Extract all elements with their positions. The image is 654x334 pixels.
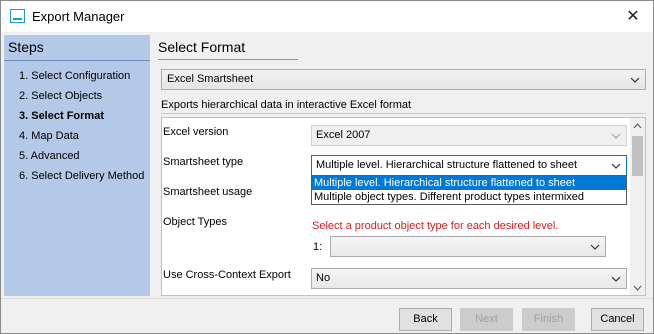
description-divider — [161, 113, 646, 114]
level-number-label: 1: — [313, 241, 323, 253]
finish-button[interactable]: Finish — [522, 308, 575, 331]
app-window-icon — [10, 9, 25, 23]
page-title: Select Format — [158, 39, 246, 55]
format-select[interactable]: Excel Smartsheet — [161, 69, 646, 90]
next-button[interactable]: Next — [460, 308, 513, 331]
chevron-down-icon — [609, 129, 623, 143]
format-description: Exports hierarchical data in interactive… — [161, 99, 412, 111]
sidebar-title: Steps — [8, 39, 44, 55]
chevron-down-icon — [588, 240, 602, 254]
cross-context-value: No — [316, 272, 331, 284]
steps-sidebar: Steps 1. Select Configuration 2. Select … — [4, 35, 150, 296]
object-types-hint: Select a product object type for each de… — [312, 220, 559, 232]
smartsheet-type-select[interactable]: Multiple level. Hierarchical structure f… — [311, 155, 627, 176]
scrollbar-thumb[interactable] — [632, 136, 643, 176]
smartsheet-type-option[interactable]: Multiple object types. Different product… — [312, 190, 626, 204]
step-select-configuration[interactable]: 1. Select Configuration — [19, 70, 130, 82]
smartsheet-usage-label: Smartsheet usage — [163, 186, 253, 198]
close-button[interactable]: ✕ — [613, 1, 653, 32]
chevron-down-icon — [609, 272, 623, 286]
cross-context-select[interactable]: No — [311, 268, 627, 289]
smartsheet-type-value: Multiple level. Hierarchical structure f… — [316, 159, 578, 171]
scroll-up-icon[interactable] — [630, 118, 645, 133]
scroll-down-icon[interactable] — [630, 280, 645, 295]
footer-divider — [1, 298, 653, 299]
step-map-data[interactable]: 4. Map Data — [19, 130, 79, 142]
smartsheet-type-option[interactable]: Multiple level. Hierarchical structure f… — [312, 176, 626, 190]
object-type-level-select[interactable] — [330, 236, 606, 257]
close-icon: ✕ — [626, 8, 640, 25]
title-underline — [158, 59, 298, 60]
cancel-button[interactable]: Cancel — [591, 308, 644, 331]
excel-version-select[interactable]: Excel 2007 — [311, 125, 627, 146]
chevron-down-icon — [609, 159, 623, 173]
step-advanced[interactable]: 5. Advanced — [19, 150, 80, 162]
back-button[interactable]: Back — [399, 308, 452, 331]
step-select-delivery-method[interactable]: 6. Select Delivery Method — [19, 170, 144, 182]
excel-version-value: Excel 2007 — [316, 129, 371, 141]
cross-context-label: Use Cross-Context Export — [163, 269, 291, 281]
window-title: Export Manager — [32, 9, 125, 24]
object-types-label: Object Types — [163, 216, 227, 228]
format-select-value: Excel Smartsheet — [167, 73, 254, 85]
smartsheet-type-label: Smartsheet type — [163, 156, 244, 168]
title-bar: Export Manager ✕ — [1, 1, 653, 32]
format-options-panel: Excel version Excel 2007 Smartsheet type… — [161, 117, 646, 296]
step-select-objects[interactable]: 2. Select Objects — [19, 90, 102, 102]
panel-scrollbar[interactable] — [630, 118, 645, 295]
chevron-down-icon — [628, 73, 642, 87]
step-select-format[interactable]: 3. Select Format — [19, 110, 104, 122]
sidebar-divider — [4, 60, 150, 61]
export-manager-window: Export Manager ✕ Steps 1. Select Configu… — [0, 0, 654, 334]
excel-version-label: Excel version — [163, 126, 229, 138]
smartsheet-type-dropdown: Multiple level. Hierarchical structure f… — [311, 175, 627, 205]
